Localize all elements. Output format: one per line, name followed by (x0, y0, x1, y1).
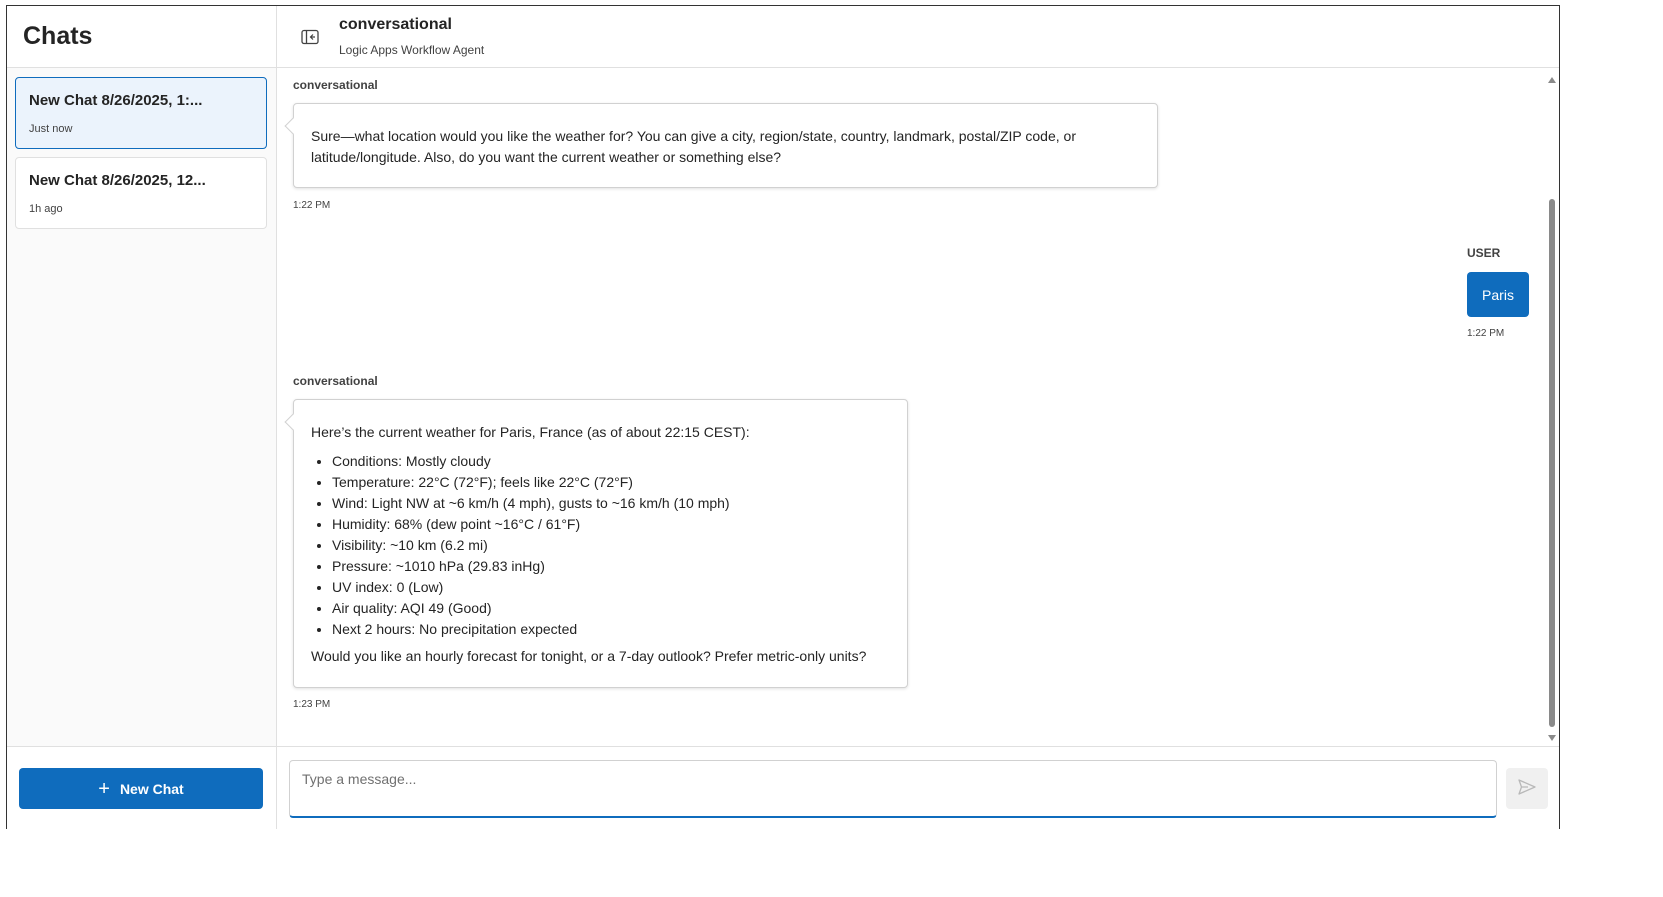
message-timestamp: 1:23 PM (293, 699, 331, 710)
message-intro: Here’s the current weather for Paris, Fr… (311, 424, 750, 440)
message-list: conversational Sure—what location would … (277, 68, 1559, 746)
agent-message-bubble: Sure—what location would you like the we… (284, 103, 1158, 188)
list-item: Pressure: ~1010 hPa (29.83 inHg) (332, 556, 890, 577)
list-item: Conditions: Mostly cloudy (332, 451, 890, 472)
new-chat-label: New Chat (119, 780, 184, 797)
list-item: Air quality: AQI 49 (Good) (332, 598, 890, 619)
chat-item-title: New Chat 8/26/2025, 12... (29, 172, 206, 189)
chat-header: conversational Logic Apps Workflow Agent (277, 6, 1559, 68)
message-sender: USER (1467, 246, 1501, 260)
message-composer (277, 746, 1559, 829)
chat-list-item-active[interactable]: New Chat 8/26/2025, 1:... Just now (15, 77, 267, 149)
bubble-notch (284, 413, 302, 431)
new-chat-button[interactable]: + New Chat (19, 768, 263, 809)
chat-sidebar: Chats New Chat 8/26/2025, 1:... Just now… (7, 6, 277, 829)
user-message-bubble: Paris (1467, 272, 1529, 317)
message-scrollbar[interactable] (1545, 74, 1559, 744)
agent-title: conversational (339, 16, 452, 33)
chat-main-panel: conversational Logic Apps Workflow Agent… (277, 6, 1559, 829)
chat-item-time: Just now (29, 123, 73, 135)
list-item: Next 2 hours: No precipitation expected (332, 619, 890, 640)
panel-collapse-icon[interactable] (299, 27, 321, 47)
app-window: Chats New Chat 8/26/2025, 1:... Just now… (6, 5, 1560, 829)
sidebar-header: Chats (7, 6, 276, 68)
send-icon (1517, 778, 1537, 799)
message-outro: Would you like an hourly forecast for to… (311, 648, 867, 664)
message-timestamp: 1:22 PM (1467, 328, 1505, 339)
weather-details-list: Conditions: Mostly cloudy Temperature: 2… (332, 451, 890, 640)
chat-item-time: 1h ago (29, 203, 63, 215)
list-item: Temperature: 22°C (72°F); feels like 22°… (332, 472, 890, 493)
sidebar-footer: + New Chat (7, 746, 276, 829)
sidebar-title: Chats (23, 22, 93, 50)
message-sender: conversational (293, 374, 378, 388)
scrollbar-thumb[interactable] (1549, 199, 1555, 727)
agent-message-bubble: Here’s the current weather for Paris, Fr… (284, 399, 908, 688)
bubble-notch (284, 117, 302, 135)
plus-icon: + (98, 777, 110, 800)
agent-subtitle: Logic Apps Workflow Agent (339, 43, 485, 57)
message-text: Sure—what location would you like the we… (311, 128, 1076, 165)
message-text: Paris (1482, 286, 1514, 303)
scroll-down-arrow-icon[interactable] (1548, 735, 1556, 741)
chat-item-title: New Chat 8/26/2025, 1:... (29, 92, 203, 109)
list-item: UV index: 0 (Low) (332, 577, 890, 598)
list-item: Visibility: ~10 km (6.2 mi) (332, 535, 890, 556)
message-timestamp: 1:22 PM (293, 200, 331, 211)
list-item: Humidity: 68% (dew point ~16°C / 61°F) (332, 514, 890, 535)
message-content: Here’s the current weather for Paris, Fr… (311, 422, 890, 667)
message-sender: conversational (293, 78, 378, 92)
list-item: Wind: Light NW at ~6 km/h (4 mph), gusts… (332, 493, 890, 514)
scroll-up-arrow-icon[interactable] (1548, 77, 1556, 83)
send-button[interactable] (1506, 768, 1548, 809)
message-input[interactable] (289, 760, 1497, 818)
chat-list-item[interactable]: New Chat 8/26/2025, 12... 1h ago (15, 157, 267, 229)
